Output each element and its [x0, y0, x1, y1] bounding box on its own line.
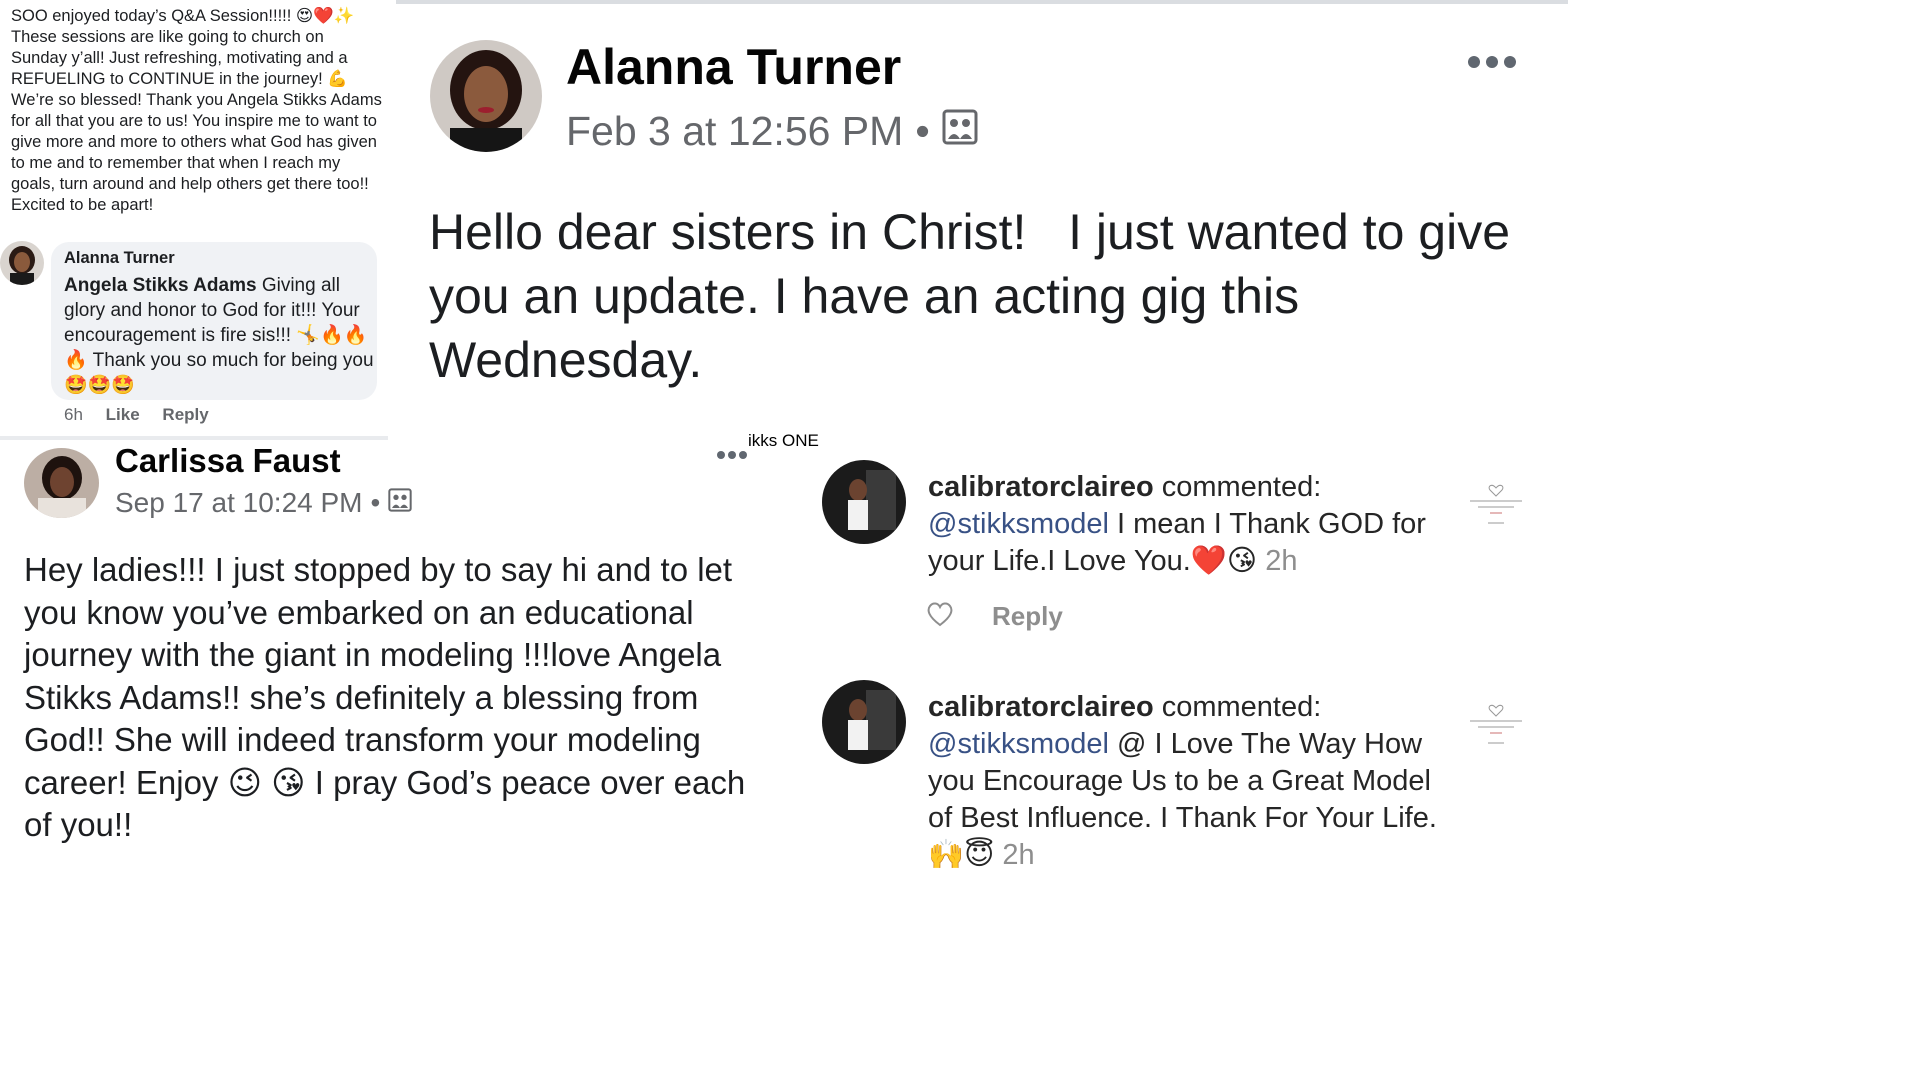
comment-text: calibratorclaireo commented: @stikksmode… — [928, 469, 1448, 580]
comment-action: commented: — [1153, 471, 1322, 503]
comment-time: 6h — [64, 405, 83, 424]
more-options-icon[interactable] — [1466, 54, 1518, 75]
comment-time: 2h — [1002, 839, 1035, 871]
reply-button[interactable]: Reply — [162, 405, 208, 424]
post-meta: Sep 17 at 10:24 PM • — [115, 487, 412, 519]
comment-username[interactable]: calibratorclaireo — [928, 471, 1154, 503]
avatar[interactable] — [430, 40, 542, 152]
divider — [396, 0, 1568, 4]
reply-button[interactable]: Reply — [992, 601, 1063, 632]
heart-icon[interactable] — [926, 601, 954, 632]
avatar[interactable] — [0, 241, 44, 285]
post-thumbnail[interactable] — [1466, 694, 1526, 750]
avatar[interactable] — [24, 448, 99, 518]
comment-action: commented: — [1153, 691, 1322, 723]
comment-text: Angela Stikks Adams Giving all glory and… — [64, 273, 374, 398]
comment-time: 2h — [1265, 545, 1298, 577]
more-options-icon[interactable] — [716, 448, 748, 466]
comment-author[interactable]: Alanna Turner — [64, 249, 175, 268]
group-icon — [388, 487, 412, 519]
like-button[interactable]: Like — [106, 405, 140, 424]
post-timestamp[interactable]: Feb 3 at 12:56 PM — [566, 108, 903, 155]
group-icon — [942, 108, 978, 155]
avatar[interactable] — [822, 680, 906, 764]
post-text: SOO enjoyed today’s Q&A Session!!!!! 😍❤️… — [11, 7, 382, 214]
post-author[interactable]: Alanna Turner — [566, 38, 901, 96]
comment-mention[interactable]: Angela Stikks Adams — [64, 275, 257, 296]
comment-mention[interactable]: @stikksmodel — [928, 508, 1109, 540]
post-timestamp[interactable]: Sep 17 at 10:24 PM — [115, 487, 363, 519]
comment-actions: 6h Like Reply — [64, 405, 227, 425]
comment-username[interactable]: calibratorclaireo — [928, 691, 1154, 723]
divider — [0, 436, 388, 440]
post-body: Hello dear sisters in Christ! I just wan… — [429, 204, 1524, 388]
post-thumbnail[interactable] — [1466, 474, 1526, 530]
post-body: Hey ladies!!! I just stopped by to say h… — [24, 551, 746, 843]
separator: • — [915, 108, 930, 154]
post-meta: Feb 3 at 12:56 PM • — [566, 108, 978, 155]
cropped-label: ikks ONE — [748, 431, 819, 450]
post-author[interactable]: Carlissa Faust — [115, 442, 341, 480]
comment-text: calibratorclaireo commented: @stikksmode… — [928, 689, 1448, 874]
separator: • — [370, 487, 381, 518]
avatar[interactable] — [822, 460, 906, 544]
comment-mention[interactable]: @stikksmodel — [928, 728, 1109, 760]
